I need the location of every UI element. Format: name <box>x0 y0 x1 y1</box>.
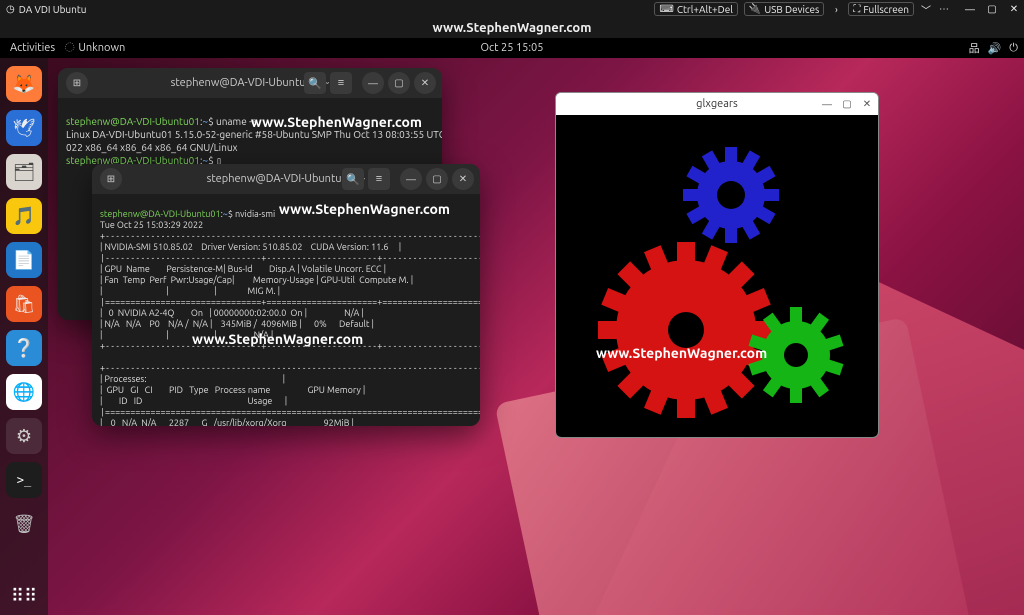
watermark-text: www.StephenWagner.com <box>251 116 422 129</box>
hamburger-icon[interactable]: ≡ <box>330 72 352 94</box>
minimize-button[interactable]: — <box>964 3 976 15</box>
horizon-client-bar: ◷ DA VDI Ubuntu ⌨ Ctrl+Alt+Del 🔌 USB Dev… <box>0 0 1024 18</box>
glxgears-canvas: www.StephenWagner.com <box>556 115 878 438</box>
activities-button[interactable]: Activities <box>0 42 65 54</box>
focused-app-indicator[interactable]: ◌ Unknown <box>65 42 125 54</box>
system-tray[interactable]: 品 🔊 ⏻ <box>969 40 1018 56</box>
terminal2-body[interactable]: stephenw@DA-VDI-Ubuntu01:~$ nvidia-smi T… <box>92 194 480 426</box>
glxgears-titlebar[interactable]: glxgears — ▢ ✕ <box>556 93 878 115</box>
unknown-app-icon: ◌ <box>65 42 74 54</box>
t1-close-button[interactable]: ✕ <box>414 72 436 94</box>
settings-icon[interactable]: ⚙ <box>6 418 42 454</box>
clock[interactable]: Oct 25 15:05 <box>481 42 544 54</box>
fullscreen-button[interactable]: ⛶ Fullscreen <box>848 2 914 16</box>
new-tab-button[interactable]: ⊞ <box>100 168 122 190</box>
chevron-right-icon[interactable]: › <box>830 3 842 15</box>
volume-icon[interactable]: 🔊 <box>988 42 1002 55</box>
software-icon[interactable]: 🛍 <box>6 286 42 322</box>
search-icon[interactable]: 🔍 <box>342 168 364 190</box>
terminal-icon[interactable]: >_ <box>6 462 42 498</box>
t2-minimize-button[interactable]: — <box>400 168 422 190</box>
maximize-button[interactable]: ▢ <box>986 3 998 15</box>
ubuntu-icon: ◷ <box>6 3 15 15</box>
power-icon[interactable]: ⏻ <box>1009 42 1018 55</box>
glx-close-button[interactable]: ✕ <box>860 97 874 111</box>
chevron-down-icon[interactable]: ﹀ <box>920 3 932 15</box>
terminal1-titlebar[interactable]: ⊞ stephenw@DA-VDI-Ubuntu01: ~ 🔍 ≡ — ▢ ✕ <box>58 68 442 98</box>
t2-close-button[interactable]: ✕ <box>452 168 474 190</box>
files-icon[interactable]: 🗂 <box>6 154 42 190</box>
glx-maximize-button[interactable]: ▢ <box>840 97 854 111</box>
writer-icon[interactable]: 📄 <box>6 242 42 278</box>
more-icon[interactable]: ⋯ <box>938 3 950 15</box>
new-tab-button[interactable]: ⊞ <box>66 72 88 94</box>
dock: 🦊 🕊 🗂 🎵 📄 🛍 ❔ 🌐 ⚙ >_ 🗑 ⠿⠿ <box>0 58 48 615</box>
watermark-text: www.StephenWagner.com <box>279 204 450 215</box>
hamburger-icon[interactable]: ≡ <box>368 168 390 190</box>
close-button[interactable]: ✕ <box>1008 3 1020 15</box>
window-controls: — ▢ ✕ <box>964 3 1020 15</box>
horizon-tab-title: DA VDI Ubuntu <box>19 4 87 15</box>
glxgears-window[interactable]: glxgears — ▢ ✕ <box>555 92 879 438</box>
network-icon[interactable]: 品 <box>969 40 980 56</box>
rhythmbox-icon[interactable]: 🎵 <box>6 198 42 234</box>
glx-minimize-button[interactable]: — <box>820 97 834 111</box>
thunderbird-icon[interactable]: 🕊 <box>6 110 42 146</box>
red-gear-icon <box>598 242 774 418</box>
usb-devices-button[interactable]: 🔌 USB Devices <box>744 2 825 16</box>
ctrl-alt-del-button[interactable]: ⌨ Ctrl+Alt+Del <box>654 2 737 16</box>
show-apps-button[interactable]: ⠿⠿ <box>11 586 37 607</box>
help-icon[interactable]: ❔ <box>6 330 42 366</box>
chrome-icon[interactable]: 🌐 <box>6 374 42 410</box>
glxgears-title: glxgears <box>696 98 738 110</box>
header-watermark: www.StephenWagner.com <box>0 18 1024 38</box>
search-icon[interactable]: 🔍 <box>304 72 326 94</box>
terminal2-titlebar[interactable]: ⊞ stephenw@DA-VDI-Ubuntu01: ~ 🔍 ≡ — ▢ ✕ <box>92 164 480 194</box>
t1-maximize-button[interactable]: ▢ <box>388 72 410 94</box>
horizon-tab[interactable]: ◷ DA VDI Ubuntu <box>0 1 92 17</box>
t1-minimize-button[interactable]: — <box>362 72 384 94</box>
trash-icon[interactable]: 🗑 <box>6 506 42 542</box>
terminal-window-2[interactable]: ⊞ stephenw@DA-VDI-Ubuntu01: ~ 🔍 ≡ — ▢ ✕ … <box>92 164 480 426</box>
blue-gear-icon <box>683 147 779 243</box>
gnome-top-panel: Activities ◌ Unknown Oct 25 15:05 品 🔊 ⏻ <box>0 38 1024 58</box>
t2-maximize-button[interactable]: ▢ <box>426 168 448 190</box>
firefox-icon[interactable]: 🦊 <box>6 66 42 102</box>
